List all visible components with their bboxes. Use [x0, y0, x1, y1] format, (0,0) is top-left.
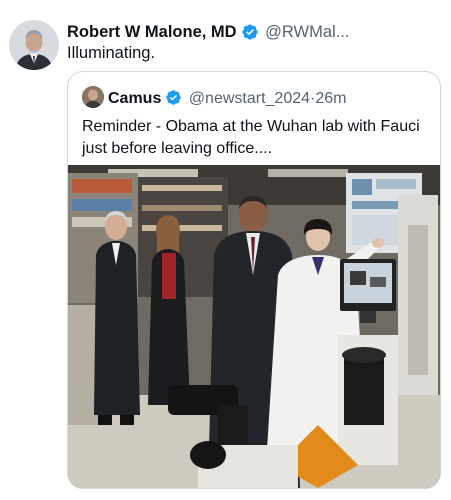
- quoted-tweet-card[interactable]: Camus @newstart_2024·26m Reminder - Obam…: [67, 71, 441, 489]
- tweet-header: Robert W Malone, MD @RWMal...: [67, 20, 437, 44]
- lab-photo-image: [68, 165, 440, 488]
- verified-badge-icon: [165, 89, 182, 106]
- verified-badge-icon: [241, 23, 259, 41]
- author-avatar[interactable]: [9, 20, 59, 70]
- author-avatar-image: [9, 20, 59, 70]
- author-name[interactable]: Robert W Malone, MD: [67, 23, 237, 41]
- quoted-tweet-text: Reminder - Obama at the Wuhan lab with F…: [82, 118, 420, 157]
- author-handle[interactable]: @RWMal...: [265, 23, 349, 41]
- quoted-tweet-time[interactable]: 26m: [315, 90, 346, 107]
- quoted-author-avatar[interactable]: [82, 86, 104, 108]
- tweet-text: Illuminating.: [67, 44, 156, 62]
- quoted-tweet-photo[interactable]: [68, 165, 440, 488]
- quoted-author-name[interactable]: Camus: [108, 90, 161, 107]
- quoted-author-handle[interactable]: @newstart_2024: [189, 90, 310, 107]
- quoted-tweet-header: Camus @newstart_2024·26m: [82, 86, 346, 108]
